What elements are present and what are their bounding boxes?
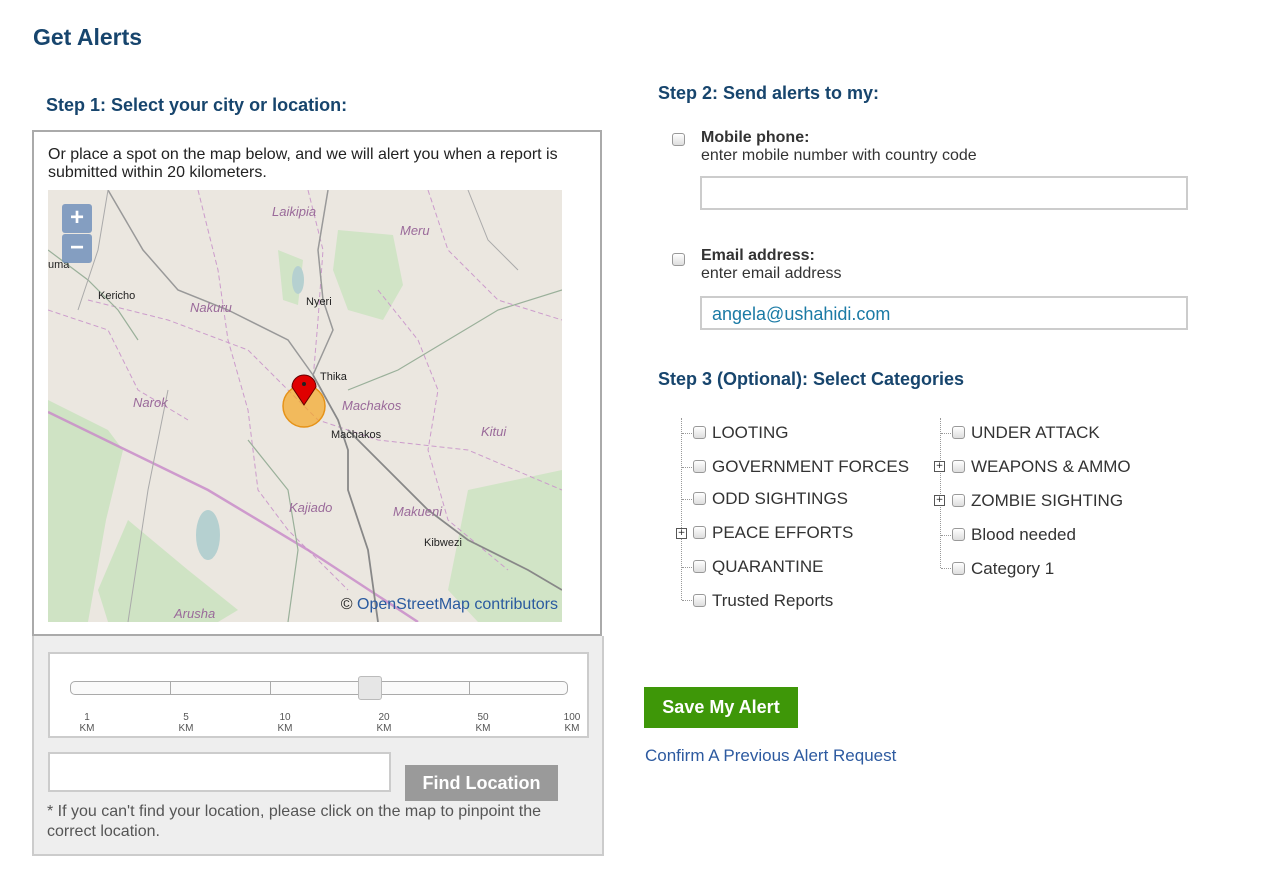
osm-contributors-link[interactable]: OpenStreetMap contributors — [357, 596, 558, 613]
category-label: WEAPONS & AMMO — [971, 457, 1131, 476]
map-attribution: © OpenStreetMap contributors — [341, 596, 558, 614]
category-label: Trusted Reports — [712, 591, 834, 610]
category-label: ZOMBIE SIGHTING — [971, 491, 1124, 510]
svg-text:Meru: Meru — [400, 223, 430, 238]
category-item[interactable]: ODD SIGHTINGS — [693, 489, 848, 509]
svg-text:Kajiado: Kajiado — [289, 500, 332, 515]
category-label: GOVERNMENT FORCES — [712, 457, 910, 476]
mobile-field[interactable] — [700, 176, 1188, 210]
category-checkbox[interactable] — [693, 594, 706, 607]
category-item[interactable]: WEAPONS & AMMO — [952, 457, 1131, 477]
mobile-hint: enter mobile number with country code — [701, 147, 977, 164]
page-title: Get Alerts — [33, 24, 143, 50]
zoom-out-button[interactable]: − — [62, 234, 92, 263]
radius-tick: 50 KM — [475, 712, 491, 734]
step3-heading: Step 3 (Optional): Select Categories — [658, 369, 965, 389]
email-label: Email address: — [701, 247, 815, 264]
category-checkbox[interactable] — [952, 426, 965, 439]
category-checkbox[interactable] — [693, 526, 706, 539]
svg-text:Nyeri: Nyeri — [306, 296, 332, 308]
category-checkbox[interactable] — [952, 460, 965, 473]
svg-text:Kibwezi: Kibwezi — [424, 537, 462, 549]
email-hint: enter email address — [701, 265, 842, 282]
expand-peace-efforts-icon[interactable]: + — [676, 528, 687, 539]
category-label: ODD SIGHTINGS — [712, 489, 849, 508]
category-checkbox[interactable] — [693, 560, 706, 573]
step2-heading: Step 2: Send alerts to my: — [658, 83, 880, 103]
map-description: Or place a spot on the map below, and we… — [48, 146, 558, 181]
save-alert-button[interactable]: Save My Alert — [644, 687, 798, 728]
radius-slider-handle[interactable] — [358, 676, 382, 700]
category-item[interactable]: Trusted Reports — [693, 591, 833, 611]
category-checkbox[interactable] — [693, 426, 706, 439]
svg-text:Narok: Narok — [133, 395, 169, 410]
category-item[interactable]: ZOMBIE SIGHTING — [952, 491, 1123, 511]
category-checkbox[interactable] — [952, 494, 965, 507]
svg-text:Makueni: Makueni — [393, 504, 443, 519]
radius-tick: 5 KM — [178, 712, 194, 734]
category-item[interactable]: UNDER ATTACK — [952, 423, 1100, 443]
expand-weapons-ammo-icon[interactable]: + — [934, 461, 945, 472]
location-help-note: * If you can't find your location, pleas… — [47, 803, 542, 840]
category-label: QUARANTINE — [712, 557, 824, 576]
category-checkbox[interactable] — [952, 562, 965, 575]
category-label: LOOTING — [712, 423, 789, 442]
email-checkbox[interactable] — [672, 253, 685, 266]
category-label: PEACE EFFORTS — [712, 523, 854, 542]
radius-tick: 1 KM — [79, 712, 95, 734]
location-map[interactable]: Laikipia Meru Kericho Nakuru Nyeri Thika… — [48, 190, 562, 622]
svg-text:Kitui: Kitui — [481, 424, 507, 439]
category-item[interactable]: PEACE EFFORTS — [693, 523, 853, 543]
radius-panel: 1 KM 5 KM 10 KM 20 KM 50 KM 100 KM Find Locati… — [32, 636, 604, 856]
category-label: UNDER ATTACK — [971, 423, 1100, 442]
category-item[interactable]: GOVERNMENT FORCES — [693, 457, 909, 477]
category-label: Blood needed — [971, 525, 1076, 544]
email-field[interactable]: angela@ushahidi.com — [700, 296, 1188, 330]
zoom-in-button[interactable]: + — [62, 204, 92, 233]
category-checkbox[interactable] — [693, 492, 706, 505]
find-location-button[interactable]: Find Location — [405, 765, 558, 801]
radius-tick: 10 KM — [277, 712, 293, 734]
svg-text:Machakos: Machakos — [342, 398, 402, 413]
expand-zombie-sighting-icon[interactable]: + — [934, 495, 945, 506]
category-label: Category 1 — [971, 559, 1055, 578]
category-item[interactable]: LOOTING — [693, 423, 789, 443]
map-tiles[interactable]: Laikipia Meru Kericho Nakuru Nyeri Thika… — [48, 190, 562, 622]
svg-text:Nakuru: Nakuru — [190, 300, 232, 315]
category-checkbox[interactable] — [693, 460, 706, 473]
svg-text:Laikipia: Laikipia — [272, 204, 316, 219]
svg-text:Arusha: Arusha — [173, 606, 215, 621]
svg-text:Thika: Thika — [320, 371, 348, 383]
location-search-input[interactable] — [48, 752, 391, 792]
mobile-checkbox[interactable] — [672, 133, 685, 146]
radius-tick: 20 KM — [376, 712, 392, 734]
category-item[interactable]: QUARANTINE — [693, 557, 823, 577]
copyright-symbol: © — [340, 596, 353, 613]
svg-text:Machakos: Machakos — [331, 429, 382, 441]
svg-text:Kericho: Kericho — [98, 290, 135, 302]
category-item[interactable]: Category 1 — [952, 559, 1054, 579]
mobile-label: Mobile phone: — [701, 129, 810, 146]
map-panel: Or place a spot on the map below, and we… — [32, 130, 602, 636]
radius-slider-track[interactable] — [70, 681, 568, 695]
radius-tick: 100 KM — [563, 712, 581, 734]
step1-heading: Step 1: Select your city or location: — [46, 95, 348, 115]
radius-slider-box: 1 KM 5 KM 10 KM 20 KM 50 KM 100 KM — [48, 652, 589, 738]
category-item[interactable]: Blood needed — [952, 525, 1076, 545]
category-checkbox[interactable] — [952, 528, 965, 541]
confirm-previous-alert-link[interactable]: Confirm A Previous Alert Request — [645, 746, 896, 766]
